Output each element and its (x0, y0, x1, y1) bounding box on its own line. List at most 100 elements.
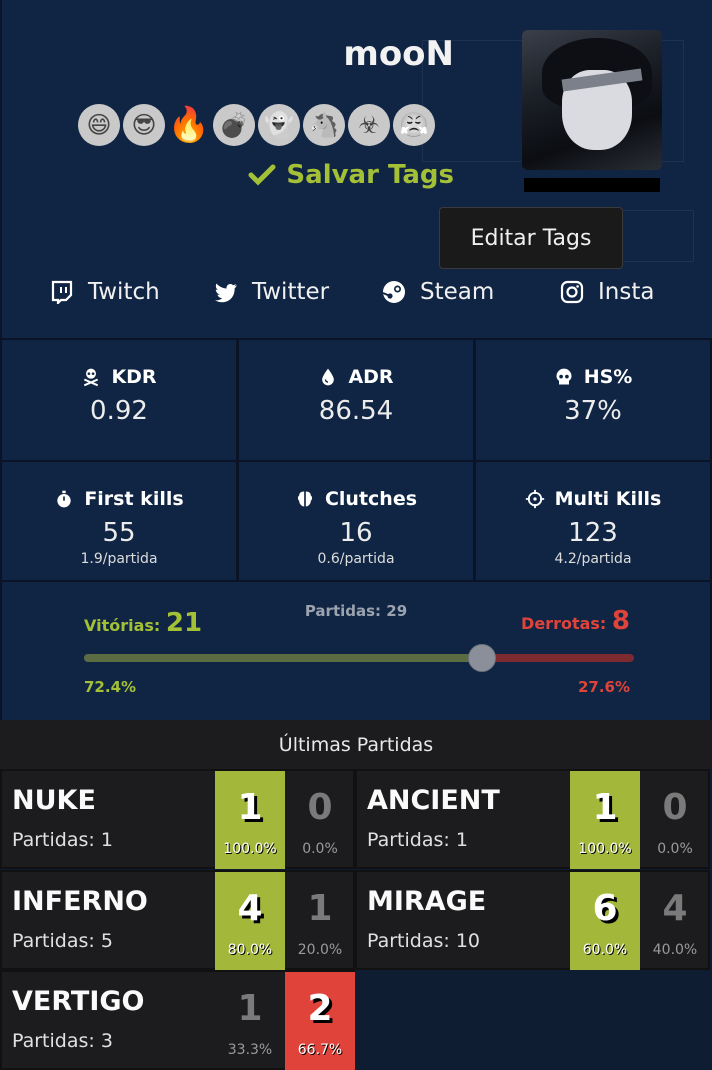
map-wins-box: 1 100.0% (570, 771, 640, 869)
edit-tags-tooltip: Editar Tags (439, 207, 623, 269)
map-losses: 1 (307, 888, 333, 929)
brain-icon (297, 491, 313, 507)
steam-face-emoji-icon[interactable]: 😤 (393, 104, 435, 146)
stat-label-row: KDR (2, 366, 236, 388)
map-losses: 0 (307, 787, 333, 828)
save-tags-label: Salvar Tags (286, 160, 454, 190)
map-losses-box: 0 0.0% (285, 771, 355, 869)
map-losses-box: 1 20.0% (285, 872, 355, 970)
map-win-pct: 80.0% (227, 942, 273, 958)
bomb-emoji-icon[interactable]: 💣 (213, 104, 255, 146)
stat-hs: HS% 37% (474, 338, 712, 462)
player-name: mooN (343, 34, 454, 74)
map-name: ANCIENT (367, 785, 500, 816)
twitch-label: Twitch (88, 279, 160, 305)
avatar-redaction-bar (524, 178, 660, 192)
stat-value: 16 (339, 518, 373, 548)
map-matches-count: Partidas: 5 (12, 930, 113, 952)
avatar (522, 30, 662, 170)
map-matches-count: Partidas: 10 (367, 930, 481, 952)
map-card-ancient[interactable]: ANCIENT Partidas: 1 1 100.0% 0 0.0% (355, 769, 710, 869)
map-wins: 6 (592, 888, 618, 929)
win-loss-summary: Vitórias: 21 Partidas: 29 Derrotas: 8 72… (0, 582, 712, 720)
map-losses: 4 (662, 888, 688, 929)
map-win-pct: 100.0% (223, 841, 277, 857)
map-wins: 4 (237, 888, 263, 929)
map-name: VERTIGO (12, 986, 145, 1017)
stat-label: ADR (348, 366, 394, 388)
stat-label: Multi Kills (554, 488, 662, 510)
map-losses: 2 (307, 988, 333, 1029)
map-wins: 1 (592, 787, 618, 828)
stat-clutches: Clutches 16 0.6/partida (237, 460, 475, 582)
steam-icon (382, 281, 405, 303)
fire-emoji-icon[interactable]: 🔥 (168, 104, 210, 146)
map-loss-pct: 20.0% (297, 942, 343, 958)
twitch-icon (51, 280, 73, 304)
map-loss-pct: 0.0% (657, 841, 693, 857)
grinning-emoji-icon[interactable]: 😄 (78, 104, 120, 146)
stat-label-row: First kills (2, 488, 236, 510)
stat-value: 86.54 (318, 396, 394, 426)
biohazard-emoji-icon[interactable]: ☣ (348, 104, 390, 146)
emoji-tags[interactable]: 😄 😎 🔥 💣 👻 🐴 ☣ 😤 (78, 104, 435, 148)
horse-emoji-icon[interactable]: 🐴 (303, 104, 345, 146)
instagram-link[interactable]: Insta (560, 270, 654, 314)
instagram-icon (560, 280, 584, 304)
map-win-pct: 60.0% (582, 942, 628, 958)
map-wins-box: 1 33.3% (215, 972, 285, 1070)
win-rate-fill (84, 654, 483, 662)
save-tags-button[interactable]: Salvar Tags (248, 160, 454, 190)
stat-value: 0.92 (90, 396, 148, 426)
map-loss-pct: 0.0% (302, 841, 338, 857)
losses-count: Derrotas: 8 (521, 606, 630, 636)
map-wins-box: 4 80.0% (215, 872, 285, 970)
map-wins-box: 6 60.0% (570, 872, 640, 970)
losses-label: Derrotas: (521, 614, 607, 633)
stat-subvalue: 4.2/partida (554, 551, 632, 567)
stat-label-row: Multi Kills (476, 488, 710, 510)
map-matches-count: Partidas: 3 (12, 1030, 113, 1052)
stat-label-row: HS% (476, 366, 710, 388)
map-wins: 1 (237, 988, 263, 1029)
skull-crossbones-icon (84, 368, 99, 387)
map-losses-box: 0 0.0% (640, 771, 710, 869)
stat-label: First kills (84, 488, 184, 510)
twitter-link[interactable]: Twitter (214, 270, 329, 314)
stat-kdr: KDR 0.92 (0, 338, 238, 462)
map-name: MIRAGE (367, 886, 487, 917)
map-card-vertigo[interactable]: VERTIGO Partidas: 3 1 33.3% 2 66.7% (0, 970, 355, 1070)
drop-icon (322, 368, 335, 386)
skull-icon (556, 368, 572, 385)
map-wins: 1 (237, 787, 263, 828)
map-card-nuke[interactable]: NUKE Partidas: 1 1 100.0% 0 0.0% (0, 769, 355, 869)
steam-link[interactable]: Steam (382, 270, 494, 314)
social-links: Twitch Twitter Steam Insta (2, 270, 712, 314)
map-card-inferno[interactable]: INFERNO Partidas: 5 4 80.0% 1 20.0% (0, 870, 355, 970)
twitter-icon (215, 283, 237, 303)
map-loss-pct: 40.0% (652, 942, 698, 958)
stat-label: KDR (111, 366, 157, 388)
stat-label: Clutches (324, 488, 418, 510)
win-percentage: 72.4% (84, 678, 137, 696)
crosshair-icon (525, 489, 544, 509)
stat-value: 37% (564, 396, 622, 426)
twitch-link[interactable]: Twitch (50, 270, 160, 314)
stat-adr: ADR 86.54 (237, 338, 475, 462)
sunglasses-emoji-icon[interactable]: 😎 (123, 104, 165, 146)
map-wins-box: 1 100.0% (215, 771, 285, 869)
stat-label-row: ADR (239, 366, 473, 388)
map-loss-pct: 66.7% (297, 1042, 343, 1058)
map-name: NUKE (12, 785, 96, 816)
steam-label: Steam (420, 279, 495, 305)
win-rate-slider-knob[interactable] (468, 644, 497, 672)
stat-label: HS% (583, 366, 633, 388)
recent-matches: Últimas Partidas NUKE Partidas: 1 1 100.0% 0… (0, 720, 712, 1070)
stopwatch-icon (57, 490, 71, 508)
map-card-mirage[interactable]: MIRAGE Partidas: 10 6 60.0% 4 40.0% (355, 870, 710, 970)
stat-value: 55 (102, 518, 136, 548)
map-matches-count: Partidas: 1 (12, 829, 113, 851)
map-matches-count: Partidas: 1 (367, 829, 468, 851)
twitter-label: Twitter (252, 279, 330, 305)
ghost-emoji-icon[interactable]: 👻 (258, 104, 300, 146)
